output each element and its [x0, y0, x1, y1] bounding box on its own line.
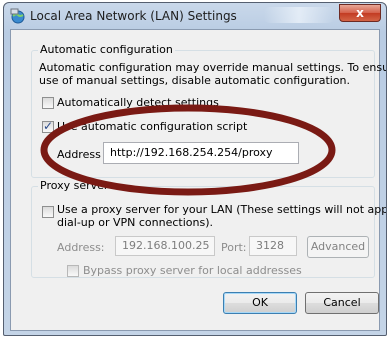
network-globe-icon	[10, 8, 25, 24]
ok-button[interactable]: OK	[223, 292, 297, 314]
proxy-port-input[interactable]: 3128	[249, 236, 297, 256]
use-proxy-checkbox[interactable]	[42, 206, 54, 218]
bypass-local-label[interactable]: Bypass proxy server for local addresses	[83, 264, 302, 277]
use-proxy-label-line1[interactable]: Use a proxy server for your LAN (These s…	[57, 203, 386, 216]
use-proxy-label-line2[interactable]: dial-up or VPN connections).	[57, 216, 213, 229]
dialog-window: Local Area Network (LAN) Settings x Auto…	[3, 2, 387, 336]
advanced-button[interactable]: Advanced	[307, 236, 369, 258]
auto-config-description-line1: Automatic configuration may override man…	[39, 61, 387, 74]
annotation-ellipse-marker	[40, 104, 336, 196]
proxy-port-label: Port:	[221, 241, 247, 254]
auto-config-description-line2: use of manual settings, disable automati…	[39, 74, 351, 87]
bypass-local-checkbox[interactable]	[67, 265, 79, 277]
group-title: Automatic configuration	[38, 43, 175, 56]
title-bar[interactable]: Local Area Network (LAN) Settings x	[4, 3, 386, 29]
window-title: Local Area Network (LAN) Settings	[30, 9, 237, 23]
close-button[interactable]: x	[339, 4, 381, 22]
cancel-button[interactable]: Cancel	[305, 292, 379, 314]
proxy-address-input[interactable]: 192.168.100.25	[115, 236, 215, 256]
proxy-address-label: Address:	[57, 241, 105, 254]
title-glass-reflection	[264, 7, 334, 23]
